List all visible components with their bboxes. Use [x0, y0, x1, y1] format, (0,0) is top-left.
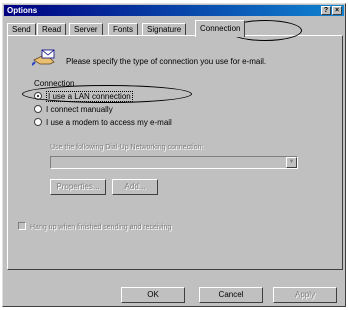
- dialup-connection-select[interactable]: ▼: [50, 156, 298, 169]
- lan-option-highlight-ellipse: [22, 85, 192, 103]
- hand-with-envelope-icon: [32, 49, 55, 66]
- close-button[interactable]: ×: [332, 6, 342, 15]
- radio-manual-label: I connect manually: [46, 105, 113, 114]
- hangup-checkbox-row[interactable]: Hang up when finished sending and receiv…: [18, 222, 171, 231]
- ok-button[interactable]: OK: [121, 287, 185, 303]
- radio-modem-label: I use a modem to access my e-mail: [46, 118, 172, 127]
- radio-manual-indicator[interactable]: [34, 105, 42, 113]
- properties-button[interactable]: Properties...: [50, 179, 106, 195]
- cancel-button[interactable]: Cancel: [199, 287, 263, 303]
- add-button[interactable]: Add...: [112, 179, 158, 195]
- dialup-label: Use the following Dial-Up Networking con…: [50, 144, 204, 151]
- radio-manual[interactable]: I connect manually: [34, 105, 113, 115]
- hangup-checkbox-label: Hang up when finished sending and receiv…: [30, 224, 172, 231]
- apply-button[interactable]: Apply: [273, 287, 337, 303]
- window-title: Options: [7, 6, 38, 15]
- chevron-down-icon[interactable]: ▼: [286, 157, 297, 168]
- intro-text: Please specify the type of connection yo…: [66, 57, 267, 66]
- title-bar[interactable]: Options ? ×: [4, 5, 344, 16]
- radio-modem[interactable]: I use a modem to access my e-mail: [34, 118, 172, 128]
- options-dialog: Options ? × Send Read Server Fonts Signa…: [2, 3, 346, 307]
- help-button[interactable]: ?: [321, 6, 331, 15]
- tab-connection[interactable]: Connection: [195, 20, 246, 37]
- connection-panel: Please specify the type of connection yo…: [7, 35, 343, 270]
- hangup-checkbox[interactable]: [18, 222, 26, 230]
- radio-modem-indicator[interactable]: [34, 118, 42, 126]
